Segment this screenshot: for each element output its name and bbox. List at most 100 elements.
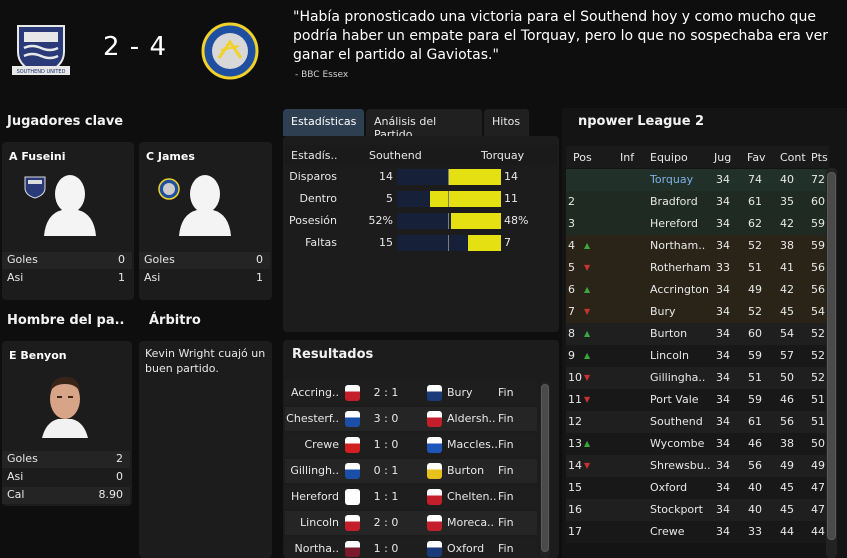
league-team: Lincoln (650, 349, 689, 362)
result-status: Fin (498, 516, 514, 529)
league-row[interactable]: 14 ▼ Shrewsbu.. 34 56 49 49 (566, 455, 827, 477)
league-against: 57 (780, 349, 794, 362)
home-badge-icon (345, 437, 360, 453)
league-against: 54 (780, 327, 794, 340)
league-scrollbar[interactable] (826, 168, 837, 558)
home-badge-icon (345, 489, 360, 505)
league-row[interactable]: 13 ▲ Wycombe 34 46 38 50 (566, 433, 827, 455)
result-score: 2 : 0 (373, 516, 399, 529)
league-scroll-thumb[interactable] (827, 172, 836, 540)
move-up-icon: ▲ (584, 241, 591, 250)
move-down-icon: ▼ (584, 395, 591, 404)
stat-away-value: 48% (504, 214, 529, 227)
result-score: 1 : 0 (373, 438, 399, 451)
stats-col-home: Southend (369, 149, 422, 162)
league-played: 34 (716, 283, 730, 296)
league-row[interactable]: 11 ▼ Port Vale 34 59 46 51 (566, 389, 827, 411)
league-row[interactable]: Torquay 34 74 40 72 (566, 169, 827, 191)
assists-label: Asi (7, 470, 24, 483)
col-pts[interactable]: Pts (811, 151, 828, 164)
league-played: 34 (716, 173, 730, 186)
results-scrollbar[interactable] (540, 382, 550, 558)
stat-away-value: 11 (504, 192, 518, 205)
col-pos[interactable]: Pos (573, 151, 592, 164)
league-against: 35 (780, 195, 794, 208)
league-team: Gillingha.. (650, 371, 706, 384)
col-played[interactable]: Jug (714, 151, 731, 164)
result-row[interactable]: Gillingh.. 0 : 1 Burton Fin (285, 459, 537, 483)
man-of-match-card[interactable]: E Benyon Goles 2 Asi 0 Cal 8.90 (2, 341, 132, 506)
match-quote: "Había pronosticado una victoria para el… (293, 9, 828, 63)
col-for[interactable]: Fav (747, 151, 766, 164)
league-for: 49 (748, 283, 762, 296)
stat-label: Disparos (289, 170, 337, 183)
league-against: 44 (780, 525, 794, 538)
stat-row: Disparos 14 14 (287, 167, 557, 187)
stat-bar-midline (448, 235, 449, 251)
tab-milestones[interactable]: Hitos (484, 109, 530, 136)
result-home-team: Chesterf.. (286, 412, 339, 425)
league-played: 34 (716, 437, 730, 450)
league-row[interactable]: 6 ▲ Accrington 34 49 42 56 (566, 279, 827, 301)
result-row[interactable]: Crewe 1 : 0 Maccles.. Fin (285, 433, 537, 457)
league-row[interactable]: 2 Bradford 34 61 35 60 (566, 191, 827, 213)
key-player-home-card[interactable]: A Fuseini Goles 0 Asi 1 (2, 142, 134, 300)
result-row[interactable]: Lincoln 2 : 0 Morecа.. Fin (285, 511, 537, 535)
stats-col-stat: Estadís.. (291, 149, 338, 162)
league-row[interactable]: 17 Crewe 34 33 44 44 (566, 521, 827, 543)
league-row[interactable]: 10 ▼ Gillingha.. 34 51 50 52 (566, 367, 827, 389)
stats-col-away: Torquay (481, 149, 525, 162)
league-pts: 44 (811, 525, 825, 538)
league-pos: 17 (568, 525, 582, 538)
league-row[interactable]: 12 Southend 34 61 56 51 (566, 411, 827, 433)
stat-away-value: 14 (504, 170, 518, 183)
result-row[interactable]: Hereford 1 : 1 Chelten.. Fin (285, 485, 537, 509)
col-inf[interactable]: Inf (620, 151, 634, 164)
result-away-team: Morecа.. (447, 516, 495, 529)
tab-match-analysis[interactable]: Análisis del Partido (366, 109, 483, 141)
league-for: 51 (748, 371, 762, 384)
stat-home-value: 15 (379, 236, 393, 249)
league-row[interactable]: 7 ▼ Bury 34 52 45 54 (566, 301, 827, 323)
league-row[interactable]: 4 ▲ Northam.. 34 52 38 59 (566, 235, 827, 257)
league-for: 56 (748, 459, 762, 472)
result-row[interactable]: Northa.. 1 : 0 Oxford Fin (285, 537, 537, 558)
league-against: 42 (780, 283, 794, 296)
league-row[interactable]: 5 ▼ Rotherham 33 51 41 56 (566, 257, 827, 279)
league-against: 40 (780, 173, 794, 186)
league-against: 38 (780, 437, 794, 450)
league-row[interactable]: 16 Stockport 34 40 45 47 (566, 499, 827, 521)
league-for: 62 (748, 217, 762, 230)
league-played: 34 (716, 415, 730, 428)
stat-comparison-bar (397, 213, 501, 229)
result-row[interactable]: Accring.. 2 : 1 Bury Fin (285, 381, 537, 405)
goals-label: Goles (7, 253, 38, 266)
man-of-match-name: E Benyon (9, 349, 67, 362)
league-against: 49 (780, 459, 794, 472)
league-pts: 59 (811, 217, 825, 230)
results-scroll-thumb[interactable] (541, 384, 549, 552)
stat-bar-fill (430, 191, 501, 207)
move-down-icon: ▼ (584, 307, 591, 316)
league-row[interactable]: 9 ▲ Lincoln 34 59 57 52 (566, 345, 827, 367)
league-row[interactable]: 3 Hereford 34 62 42 59 (566, 213, 827, 235)
league-for: 52 (748, 239, 762, 252)
league-row[interactable]: 15 Oxford 34 40 45 47 (566, 477, 827, 499)
result-row[interactable]: Chesterf.. 3 : 0 Aldersh.. Fin (285, 407, 537, 431)
league-pts: 56 (811, 283, 825, 296)
league-pts: 49 (811, 459, 825, 472)
tab-statistics[interactable]: Estadísticas (283, 109, 365, 136)
away-badge-icon (427, 385, 442, 401)
league-row[interactable]: 8 ▲ Burton 34 60 54 52 (566, 323, 827, 345)
league-against: 38 (780, 239, 794, 252)
league-pos: 12 (568, 415, 582, 428)
league-against: 46 (780, 393, 794, 406)
man-of-match-rating-row: Cal 8.90 (2, 487, 130, 504)
result-away-team: Chelten.. (447, 490, 497, 503)
stat-bar-fill (451, 213, 501, 229)
col-team[interactable]: Equipo (650, 151, 688, 164)
goals-value: 2 (116, 452, 123, 465)
stat-bar-fill (449, 169, 501, 185)
key-player-away-card[interactable]: C James Goles 0 Asi 1 (139, 142, 272, 300)
col-against[interactable]: Cont (780, 151, 806, 164)
